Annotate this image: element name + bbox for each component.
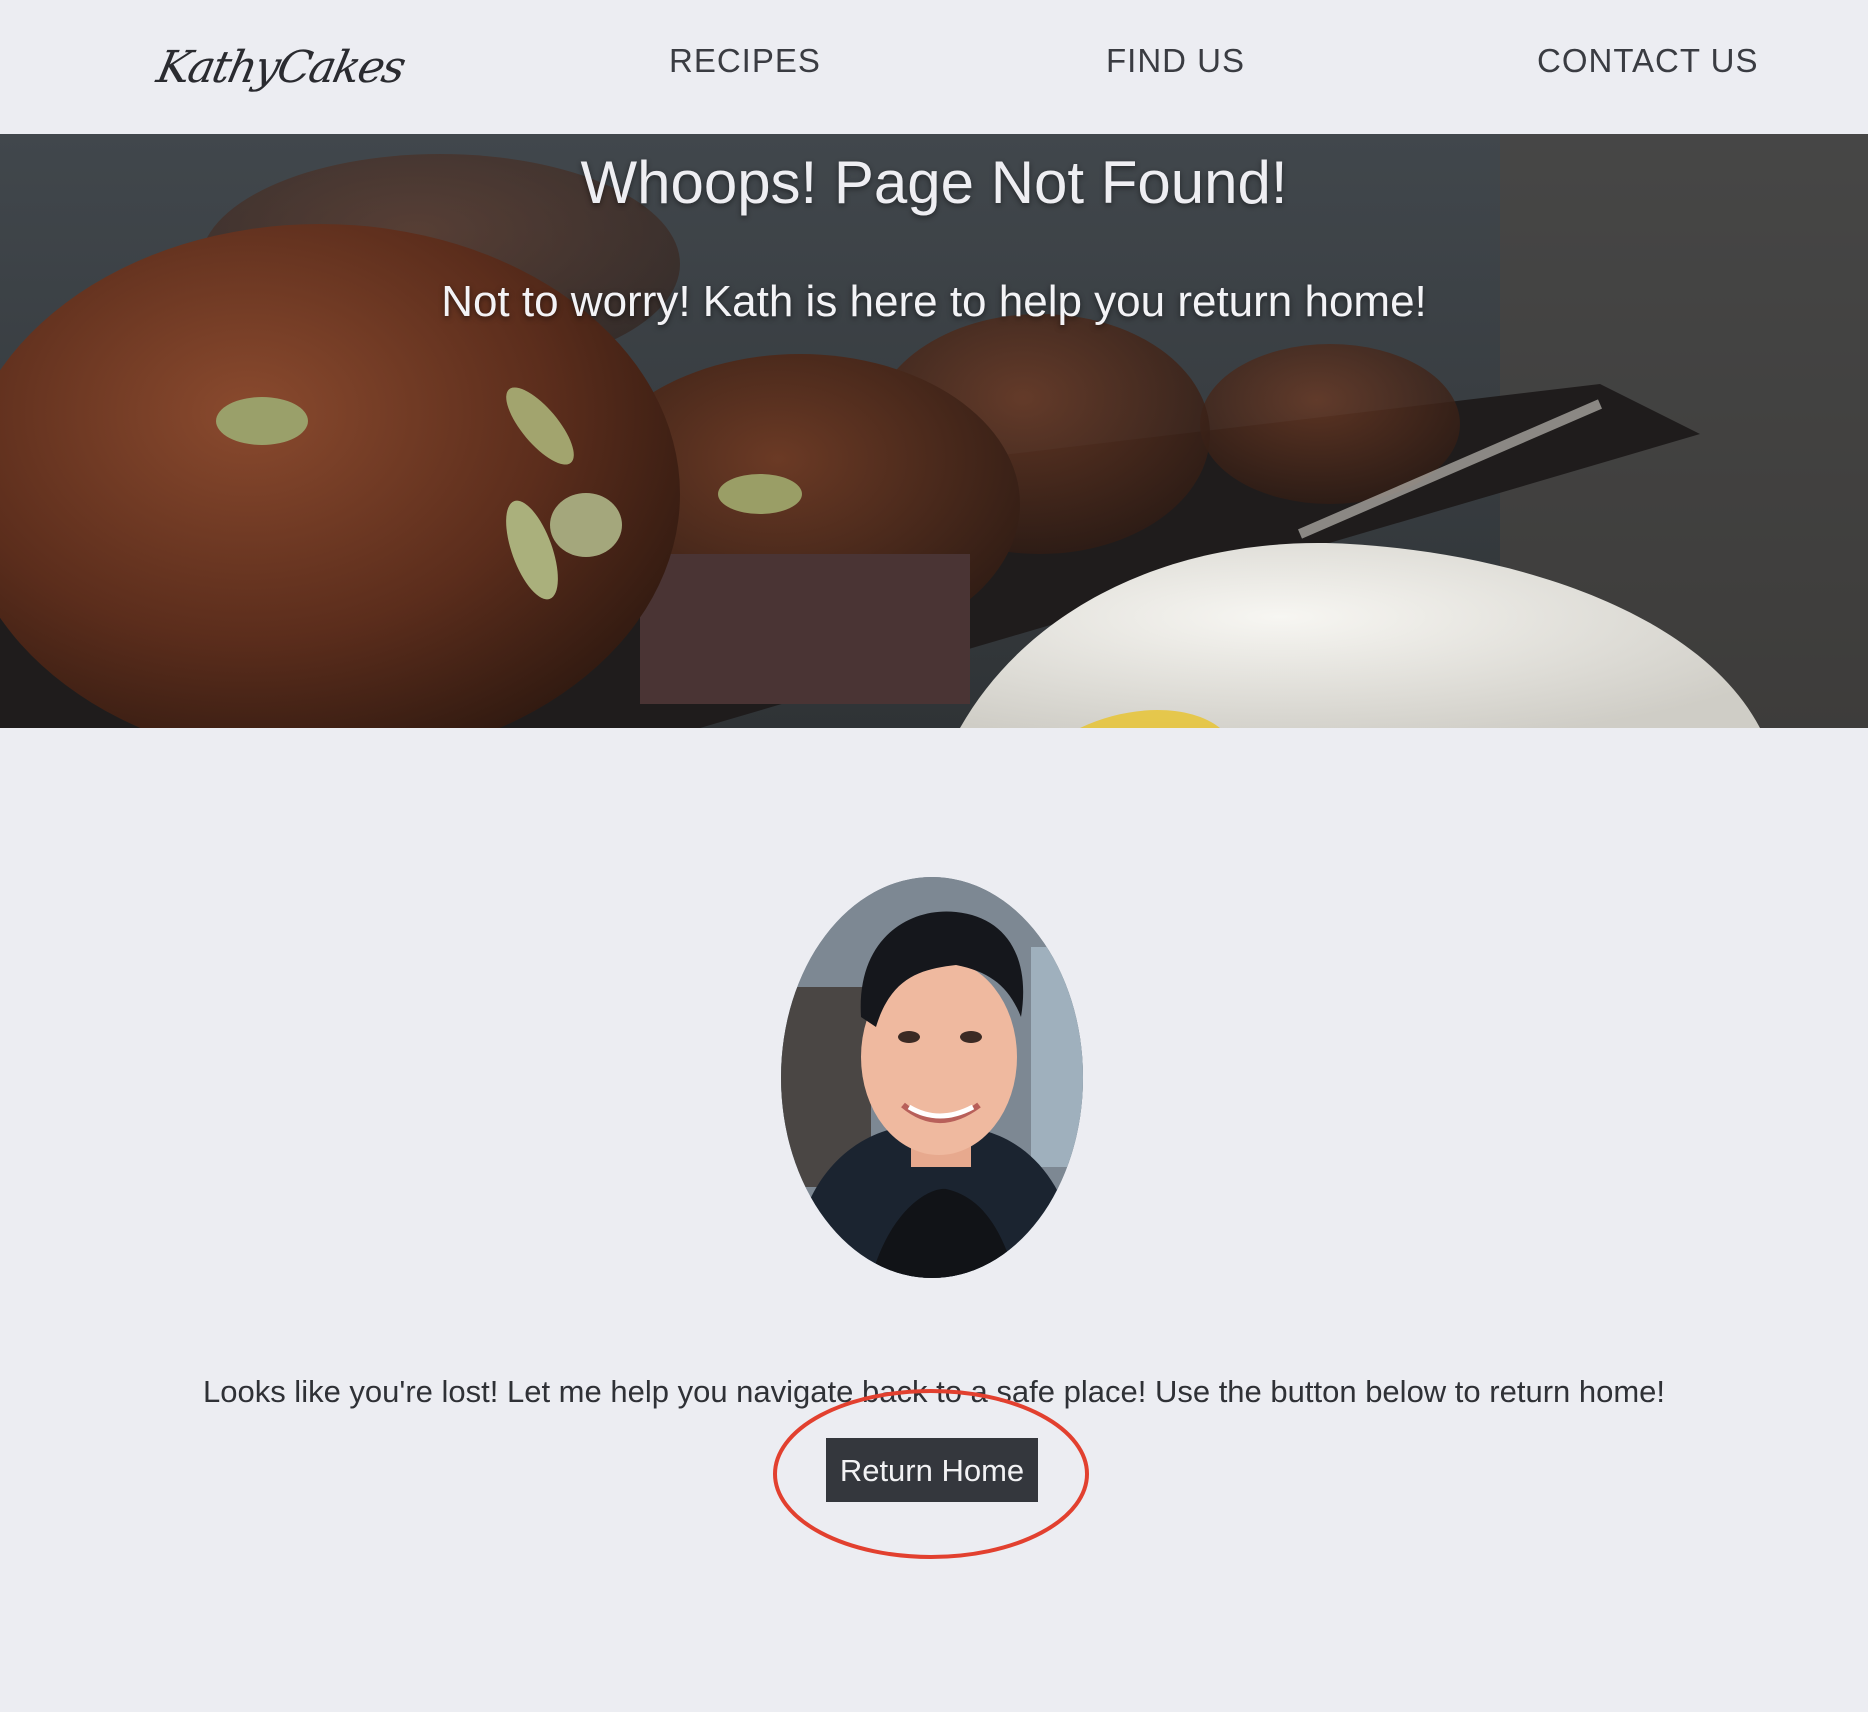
site-header: KathyCakes RECIPES FIND US CONTACT US: [0, 0, 1868, 134]
nav-link-recipes[interactable]: RECIPES: [669, 42, 821, 80]
hero-muffin-image: [0, 134, 1868, 728]
return-home-button[interactable]: Return Home: [826, 1438, 1038, 1502]
page-subtitle: Not to worry! Kath is here to help you r…: [441, 277, 1427, 326]
lost-message: Looks like you're lost! Let me help you …: [202, 1374, 1666, 1409]
page-title: Whoops! Page Not Found!: [580, 149, 1288, 216]
site-logo[interactable]: KathyCakes: [153, 42, 409, 93]
hero-banner: Whoops! Page Not Found! Not to worry! Ka…: [0, 134, 1868, 728]
nav-link-contact-us[interactable]: CONTACT US: [1537, 42, 1758, 80]
nav-link-find-us[interactable]: FIND US: [1106, 42, 1245, 80]
portrait-photo: [781, 877, 1083, 1278]
avatar: [781, 877, 1083, 1278]
